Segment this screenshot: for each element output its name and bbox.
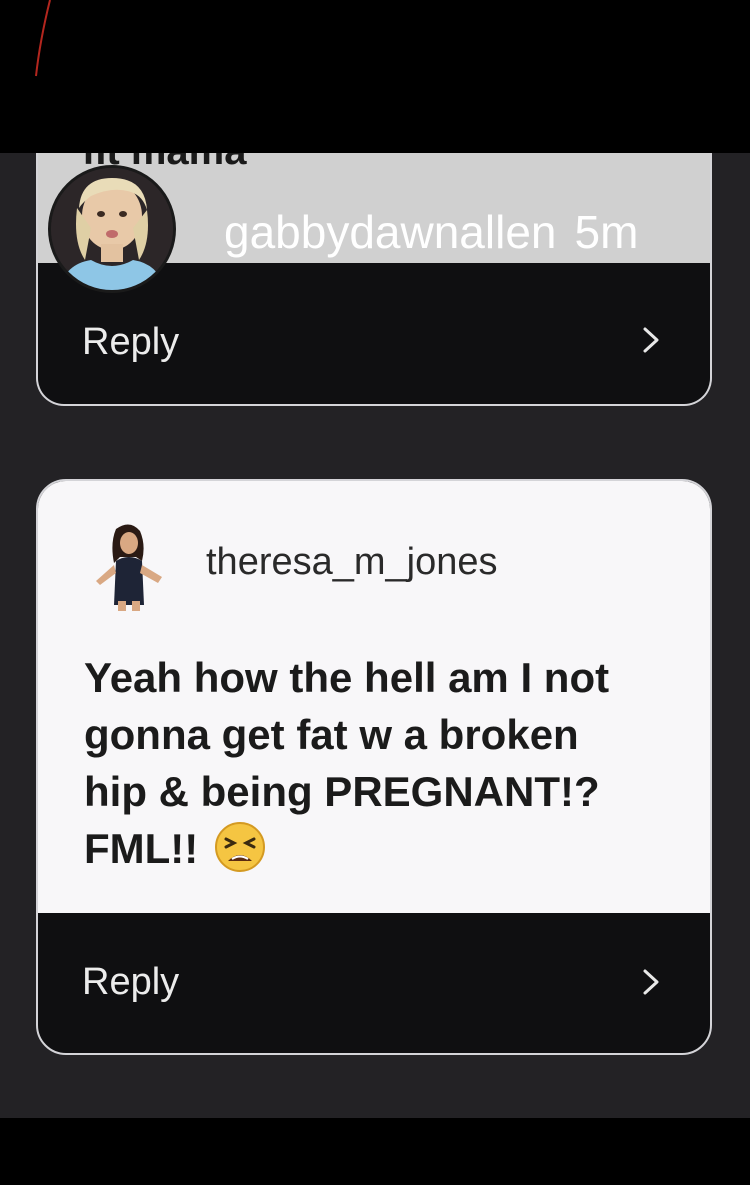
comment-body: theresa_m_jones Yeah how the hell am I n…: [38, 481, 710, 913]
top-black-bar: [0, 0, 750, 153]
timestamp: 5m: [574, 206, 639, 258]
reply-button-label[interactable]: Reply: [82, 961, 179, 1004]
chevron-right-icon[interactable]: [636, 967, 666, 997]
bottom-black-bar: [0, 1118, 750, 1185]
comment-text: Yeah how the hell am I not gonna get fat…: [84, 649, 644, 877]
chevron-right-icon[interactable]: [636, 325, 666, 355]
comment-card: theresa_m_jones Yeah how the hell am I n…: [36, 479, 712, 1055]
comment-username-top[interactable]: gabbydawnallen 5m: [224, 205, 638, 259]
avatar-theresa-m-jones[interactable]: [86, 521, 170, 611]
reply-row-top[interactable]: Reply: [38, 297, 710, 387]
avatar-gabbydawnallen[interactable]: [48, 165, 176, 293]
tired-face-emoji-icon: [214, 822, 265, 872]
red-stroke-mark: [35, 0, 51, 77]
username-text[interactable]: gabbydawnallen: [224, 206, 557, 258]
comments-view: fit mama Reply gabbydawnallen5m: [0, 153, 750, 1118]
comment-username[interactable]: theresa_m_jones: [206, 541, 498, 584]
comment-text-content: Yeah how the hell am I not gonna get fat…: [84, 654, 610, 872]
reply-row[interactable]: Reply: [38, 913, 710, 1053]
reply-button-label[interactable]: Reply: [82, 321, 179, 364]
